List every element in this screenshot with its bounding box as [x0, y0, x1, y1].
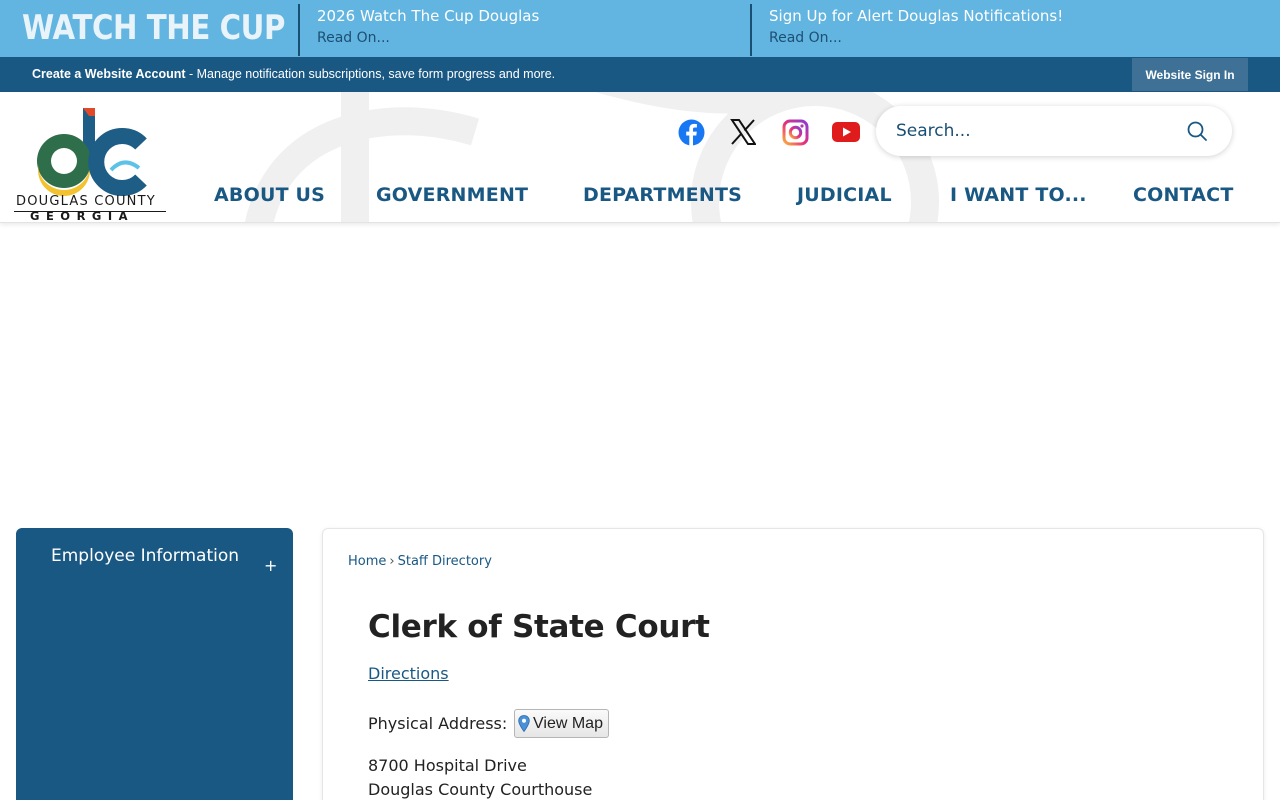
alert-divider — [750, 4, 752, 56]
alert-bar: WATCH THE CUP 2026 Watch The Cup Douglas… — [0, 0, 1280, 57]
facebook-icon[interactable] — [676, 118, 706, 146]
alert-item-watch-cup[interactable]: 2026 Watch The Cup Douglas Read On... — [317, 7, 539, 46]
douglas-county-logo[interactable]: DOUGLAS COUNTY GEORGIA — [14, 106, 169, 222]
breadcrumb: Home › Staff Directory — [348, 554, 492, 569]
create-account-message: Create a Website Account - Manage notifi… — [32, 67, 555, 81]
directions-link[interactable]: Directions — [368, 664, 449, 683]
expand-toggle-icon[interactable]: + — [264, 556, 277, 575]
search-icon[interactable] — [1186, 120, 1208, 142]
view-map-button[interactable]: View Map — [514, 709, 609, 738]
sidebar-item-employee-information[interactable]: Employee Information — [51, 543, 251, 569]
nav-departments[interactable]: DEPARTMENTS — [583, 184, 742, 206]
view-map-label: View Map — [533, 714, 603, 732]
nav-judicial[interactable]: JUDICIAL — [797, 184, 892, 206]
nav-about-us[interactable]: ABOUT US — [214, 184, 325, 206]
instagram-icon[interactable] — [780, 118, 810, 146]
alert-title[interactable]: Sign Up for Alert Douglas Notifications! — [769, 7, 1063, 25]
breadcrumb-separator: › — [389, 554, 395, 569]
alert-read-on-link[interactable]: Read On... — [317, 30, 539, 46]
watch-the-cup-banner[interactable]: WATCH THE CUP — [22, 8, 285, 48]
address-line: 8700 Hospital Drive — [368, 756, 527, 775]
alert-title[interactable]: 2026 Watch The Cup Douglas — [317, 7, 539, 25]
youtube-icon[interactable] — [831, 118, 861, 146]
main-content: Home › Staff Directory Clerk of State Cour… — [322, 528, 1264, 800]
breadcrumb-home-link[interactable]: Home — [348, 554, 386, 569]
nav-government[interactable]: GOVERNMENT — [376, 184, 528, 206]
logo-state-text: GEORGIA — [30, 209, 135, 223]
account-bar: Create a Website Account - Manage notifi… — [0, 57, 1280, 92]
physical-address-label: Physical Address: — [368, 714, 508, 733]
website-sign-in-button[interactable]: Website Sign In — [1132, 58, 1248, 91]
alert-read-on-link[interactable]: Read On... — [769, 30, 1063, 46]
breadcrumb-staff-directory-link[interactable]: Staff Directory — [398, 554, 492, 569]
nav-contact[interactable]: CONTACT — [1133, 184, 1234, 206]
page-title: Clerk of State Court — [368, 609, 710, 645]
nav-i-want-to[interactable]: I WANT TO... — [950, 184, 1087, 206]
search-box — [876, 106, 1232, 156]
logo-county-text: DOUGLAS COUNTY — [16, 194, 156, 209]
search-input[interactable] — [896, 119, 1176, 143]
address-line: Douglas County Courthouse — [368, 780, 593, 799]
dc-logo-mark — [37, 108, 147, 196]
site-header: DOUGLAS COUNTY GEORGIA ABOUT US GOVERNME… — [0, 92, 1280, 223]
alert-divider — [298, 4, 300, 56]
x-icon[interactable] — [728, 118, 758, 146]
sidebar: Employee Information + — [16, 528, 293, 800]
create-account-description: - Manage notification subscriptions, sav… — [185, 67, 556, 81]
map-pin-icon — [518, 715, 530, 732]
create-account-link[interactable]: Create a Website Account — [32, 67, 186, 81]
alert-item-notifications[interactable]: Sign Up for Alert Douglas Notifications!… — [769, 7, 1063, 46]
